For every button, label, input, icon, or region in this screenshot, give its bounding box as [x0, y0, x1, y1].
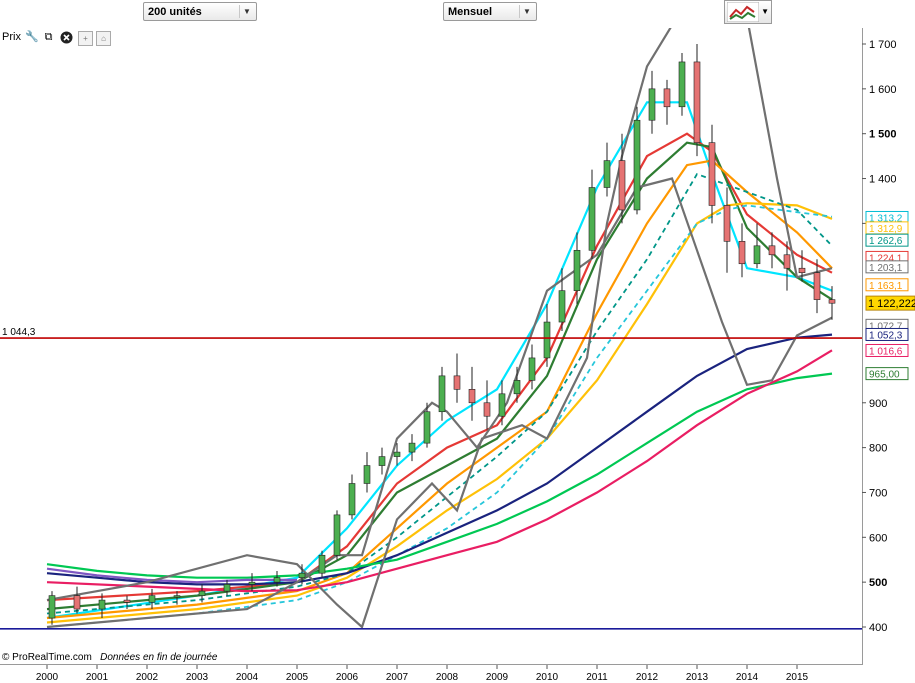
- candle-body: [98, 599, 106, 610]
- home-icon[interactable]: ⌂: [96, 31, 111, 46]
- candle-body: [453, 375, 461, 390]
- chart-area[interactable]: 1 044,31 7001 6001 5001 4001 30090080070…: [0, 28, 915, 683]
- candle-body: [468, 389, 476, 404]
- candle-body: [798, 267, 806, 274]
- candle-body: [603, 160, 611, 188]
- add-icon[interactable]: +: [78, 31, 93, 46]
- footer: © ProRealTime.com Données en fin de jour…: [2, 652, 217, 663]
- candle-body: [348, 483, 356, 516]
- panel-label: Prix: [2, 31, 21, 43]
- candle-body: [393, 451, 401, 457]
- x-tick-label-6: 2006: [336, 672, 359, 683]
- candle-body: [648, 88, 656, 121]
- candle-body: [298, 572, 306, 578]
- y-tick-label-8: 600: [869, 532, 887, 544]
- x-tick-label-8: 2008: [436, 672, 459, 683]
- candle-body: [738, 241, 746, 265]
- y-tick-label-3: 1 400: [869, 174, 897, 186]
- candle-body: [273, 577, 281, 583]
- candle-body: [423, 411, 431, 444]
- candle-body: [693, 61, 701, 143]
- x-tick-label-15: 2015: [786, 672, 809, 683]
- x-tick-label-7: 2007: [386, 672, 409, 683]
- hline-label: 1 044,3: [2, 327, 36, 338]
- value-label-1: 1 312,9: [869, 224, 903, 235]
- candle-body: [828, 299, 836, 304]
- y-tick-label-1: 1 600: [869, 84, 897, 96]
- x-tick-label-10: 2010: [536, 672, 559, 683]
- candle-body: [363, 465, 371, 484]
- x-tick-label-12: 2012: [636, 672, 659, 683]
- value-label-2: 1 262,6: [869, 236, 903, 247]
- x-tick-label-14: 2014: [736, 672, 759, 683]
- price-tag-label: 1 122,222: [868, 298, 915, 310]
- series-line-7: [46, 333, 833, 586]
- candle-body: [198, 590, 206, 596]
- x-tick-label-0: 2000: [36, 672, 59, 683]
- value-label-5: 1 163,1: [869, 281, 903, 292]
- copyright-text: © ProRealTime.com: [2, 652, 92, 663]
- candle-body: [378, 456, 386, 466]
- close-icon[interactable]: [60, 31, 73, 44]
- x-tick-label-3: 2003: [186, 672, 209, 683]
- candle-body: [768, 245, 776, 256]
- window-icon[interactable]: ⧉: [42, 31, 55, 44]
- candle-body: [73, 595, 81, 610]
- candle-body: [408, 442, 416, 453]
- candle-body: [813, 272, 821, 300]
- data-note: Données en fin de journée: [100, 652, 218, 663]
- candle-body: [783, 254, 791, 269]
- series-line-6: [46, 204, 833, 628]
- candle-body: [573, 249, 581, 291]
- candle-body: [318, 554, 326, 574]
- candle-body: [483, 402, 491, 417]
- candle-body: [528, 357, 536, 381]
- value-label-7: 1 052,3: [869, 330, 903, 341]
- x-tick-label-1: 2001: [86, 672, 109, 683]
- wrench-icon[interactable]: 🔧: [25, 31, 39, 44]
- candle-body: [223, 584, 231, 592]
- candle-body: [753, 245, 761, 265]
- x-tick-label-4: 2004: [236, 672, 259, 683]
- candle-body: [173, 595, 181, 598]
- candle-body: [148, 595, 156, 603]
- candle-body: [123, 599, 131, 603]
- candle-body: [618, 160, 626, 211]
- x-tick-label-13: 2013: [686, 672, 709, 683]
- candle-body: [513, 380, 521, 395]
- candle-body: [633, 119, 641, 211]
- candle-body: [723, 205, 731, 242]
- x-tick-label-9: 2009: [486, 672, 509, 683]
- candle-body: [708, 142, 716, 206]
- x-tick-label-5: 2005: [286, 672, 309, 683]
- candle-body: [333, 514, 341, 556]
- candle-body: [438, 375, 446, 413]
- candle-body: [248, 581, 256, 585]
- y-tick-label-10: 400: [869, 622, 887, 634]
- y-tick-label-7: 700: [869, 487, 887, 499]
- x-tick-label-2: 2002: [136, 672, 159, 683]
- y-tick-label-0: 1 700: [869, 39, 897, 51]
- x-tick-label-11: 2011: [586, 672, 608, 683]
- candle-body: [678, 61, 686, 108]
- value-label-4: 1 203,1: [869, 263, 903, 274]
- y-tick-label-6: 800: [869, 443, 887, 455]
- candle-body: [588, 187, 596, 251]
- y-tick-label-9: 500: [869, 577, 887, 589]
- candle-body: [543, 321, 551, 359]
- series-line-4: [46, 202, 833, 624]
- candle-body: [663, 88, 671, 108]
- candle-body: [48, 595, 56, 619]
- y-tick-label-5: 900: [869, 398, 887, 410]
- value-label-9: 965,00: [869, 370, 900, 381]
- series-group: [0, 28, 862, 630]
- price-chart: 1 044,31 7001 6001 5001 4001 30090080070…: [0, 28, 915, 683]
- y-tick-label-2: 1 500: [869, 129, 897, 141]
- candle-body: [558, 290, 566, 323]
- value-label-8: 1 016,6: [869, 346, 903, 357]
- candle-body: [498, 393, 506, 417]
